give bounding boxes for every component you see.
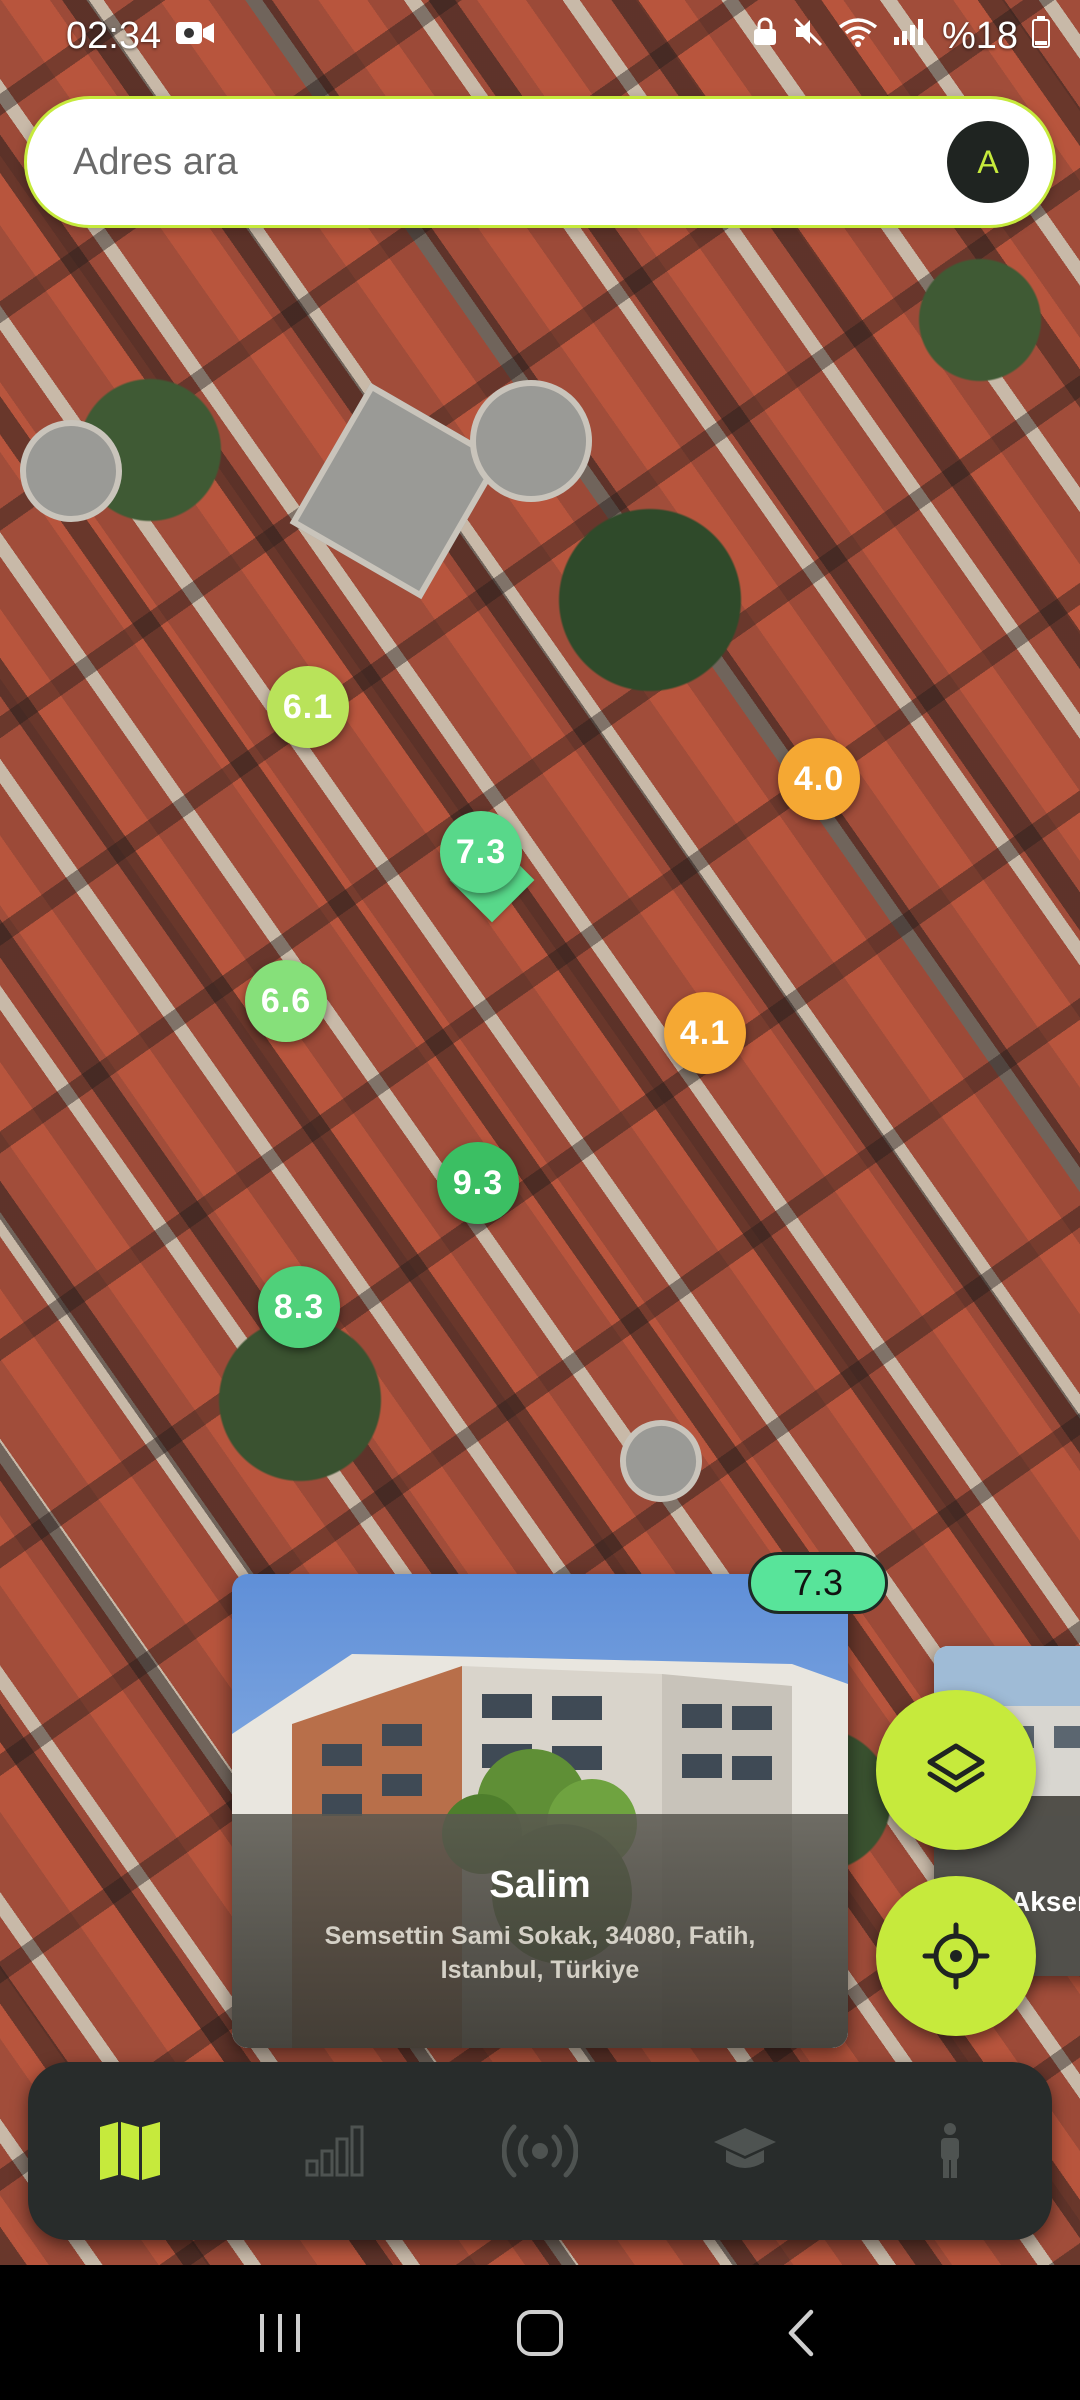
wifi-icon (838, 17, 878, 55)
score-marker[interactable]: 9.3 (437, 1142, 519, 1224)
nav-statistics[interactable] (275, 2091, 395, 2211)
card-info-overlay: Salim Semsettin Sami Sokak, 34080, Fatih… (232, 1814, 848, 2048)
layers-icon (927, 1743, 985, 1793)
home-icon (517, 2309, 563, 2356)
battery-icon (1032, 16, 1050, 56)
map-icon (100, 2122, 161, 2180)
my-location-button[interactable] (876, 1876, 1036, 2036)
back-button[interactable] (750, 2283, 850, 2383)
nav-education[interactable] (685, 2091, 805, 2211)
lock-icon (752, 17, 778, 55)
layers-button[interactable] (876, 1690, 1036, 1850)
graduation-cap-icon (713, 2128, 776, 2168)
crosshair-icon (922, 1922, 990, 1990)
score-marker[interactable]: 4.0 (778, 738, 860, 820)
bottom-navigation (28, 2062, 1052, 2240)
battery-percent: %18 (941, 14, 1018, 57)
score-marker[interactable]: 6.6 (245, 960, 327, 1042)
bar-chart-icon (305, 2125, 364, 2177)
nav-broadcast[interactable] (480, 2091, 600, 2211)
status-time: 02:34 (66, 14, 162, 57)
mosque-dome (604, 1404, 718, 1518)
search-bar[interactable]: A (24, 96, 1056, 228)
system-navigation-bar (0, 2265, 1080, 2400)
place-title: Salim (489, 1864, 591, 1906)
home-button[interactable] (490, 2283, 590, 2383)
score-marker[interactable]: 8.3 (258, 1266, 340, 1348)
score-marker[interactable]: 6.1 (267, 666, 349, 748)
signal-icon (892, 17, 928, 55)
recent-apps-icon (260, 2313, 300, 2352)
search-input[interactable] (71, 139, 947, 185)
mute-icon (792, 16, 824, 56)
person-icon (940, 2123, 959, 2178)
place-card[interactable]: Salim Semsettin Sami Sokak, 34080, Fatih… (232, 1574, 848, 2048)
nav-map[interactable] (70, 2091, 190, 2211)
broadcast-icon (501, 2124, 578, 2178)
back-icon (788, 2309, 814, 2356)
recent-apps-button[interactable] (230, 2283, 330, 2383)
place-score-badge: 7.3 (748, 1552, 888, 1614)
screen: 02:34 %18 A 6 (0, 0, 1080, 2400)
place-address: Semsettin Sami Sokak, 34080, Fatih, Ista… (324, 1922, 756, 1984)
nav-profile[interactable] (890, 2091, 1010, 2211)
mosque-courtyard (289, 382, 503, 600)
video-camera-icon (175, 18, 215, 55)
status-bar: 02:34 %18 (0, 0, 1080, 72)
score-marker-selected[interactable]: 7.3 (440, 811, 522, 893)
score-marker[interactable]: 4.1 (664, 992, 746, 1074)
avatar[interactable]: A (947, 121, 1029, 203)
mosque-dome (1, 401, 141, 541)
